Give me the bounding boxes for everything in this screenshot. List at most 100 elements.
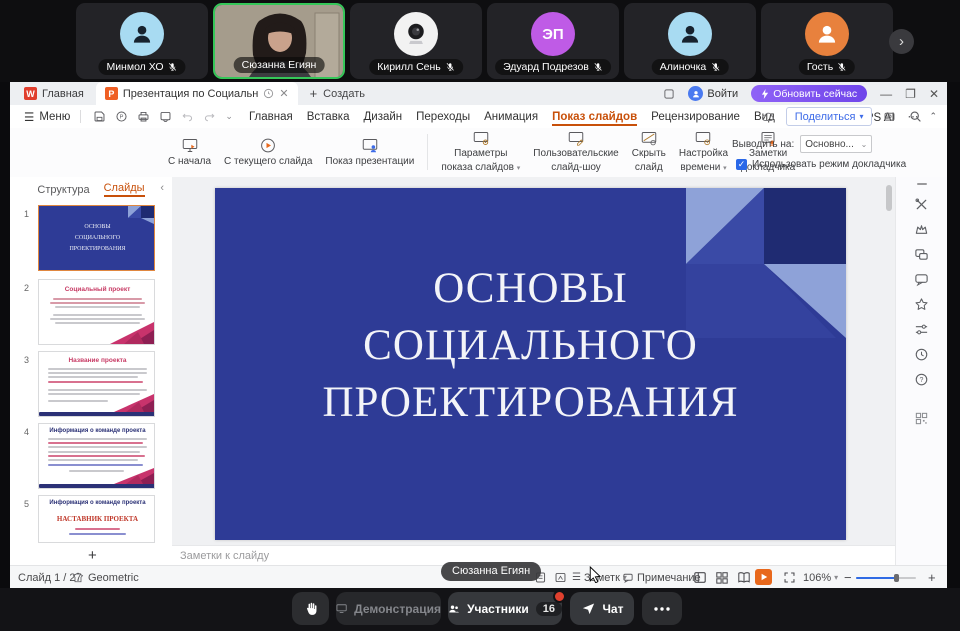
update-now-button[interactable]: Обновить сейчас: [751, 85, 867, 102]
history-icon[interactable]: [914, 347, 929, 362]
participant-tile-active-speaker[interactable]: Сюзанна Егиян: [213, 3, 345, 79]
slide-thumbnail-2[interactable]: Социальный проект: [38, 279, 155, 345]
beautify-icon[interactable]: [914, 222, 929, 237]
participant-tile[interactable]: Минмол ХО: [76, 3, 208, 79]
play-circle-icon: [259, 137, 277, 154]
wps-home-tab[interactable]: W Главная: [10, 82, 96, 105]
slide-thumbnail-3[interactable]: Название проекта: [38, 351, 155, 417]
menu-tab-design[interactable]: Дизайн: [363, 108, 402, 126]
hide-slide-button[interactable]: Скрыть слайд: [632, 131, 666, 172]
participant-name: Гость: [807, 61, 833, 73]
export-pdf-icon[interactable]: P: [115, 110, 128, 123]
star-icon[interactable]: [914, 297, 929, 312]
slide-sorter-view-button[interactable]: [715, 566, 729, 589]
participant-tile[interactable]: Кирилл Сень: [350, 3, 482, 79]
ellipsis-icon: [654, 607, 670, 611]
fullscreen-button[interactable]: [783, 566, 796, 589]
minimize-button[interactable]: —: [880, 87, 892, 101]
participants-button[interactable]: Участники 16: [448, 592, 562, 625]
thumb-title: Информация о команде проекта: [39, 428, 155, 434]
from-start-button[interactable]: С начала: [168, 137, 211, 167]
raise-hand-button[interactable]: [292, 592, 329, 625]
menu-label: Меню: [39, 111, 70, 123]
comment-icon[interactable]: [914, 272, 929, 287]
toolbar-more-chevron-icon[interactable]: ⌄: [225, 111, 233, 122]
next-participants-button[interactable]: ›: [889, 29, 914, 54]
from-current-slide-button[interactable]: С текущего слайда: [224, 137, 312, 167]
document-tab[interactable]: P Презентация по Социальн ✕: [96, 82, 298, 105]
chat-button[interactable]: Чат: [570, 592, 634, 625]
chevron-right-icon: ›: [899, 33, 904, 50]
menu-tab-animation[interactable]: Анимация: [484, 108, 538, 126]
output-display-select[interactable]: Основно... ⌄: [800, 135, 872, 153]
tab-slides[interactable]: Слайды: [104, 182, 145, 197]
people-icon: [448, 602, 460, 616]
menu-tab-home[interactable]: Главная: [249, 108, 293, 126]
slide-canvas[interactable]: ОСНОВЫ СОЦИАЛЬНОГО ПРОЕКТИРОВАНИЯ: [172, 177, 895, 545]
slide-thumbnail-5[interactable]: Информация о команде проекта НАСТАВНИК П…: [38, 495, 155, 543]
slideshow-play-button[interactable]: [755, 569, 772, 585]
slide-thumbnail-1-selected[interactable]: ОСНОВЫ СОЦИАЛЬНОГО ПРОЕКТИРОВАНИЯ: [38, 205, 155, 271]
screenshot-icon[interactable]: [883, 110, 896, 123]
workspace-icon[interactable]: [663, 88, 675, 100]
custom-slideshow-button[interactable]: Пользовательские слайд-шоу: [533, 131, 618, 172]
output-preview-icon[interactable]: [159, 110, 172, 123]
zoom-out-button[interactable]: −: [844, 566, 852, 589]
add-slide-button[interactable]: +: [88, 547, 97, 564]
more-options-icon[interactable]: ⋯: [907, 110, 918, 123]
undo-icon[interactable]: [181, 110, 194, 123]
restore-button[interactable]: ❐: [905, 87, 916, 101]
participant-tile[interactable]: ЭП Эдуард Подрезов: [487, 3, 619, 79]
participant-tile[interactable]: Алиночка: [624, 3, 756, 79]
print-icon[interactable]: [137, 110, 150, 123]
scroll-up-icon[interactable]: [917, 183, 927, 185]
participant-tile[interactable]: Гость: [761, 3, 893, 79]
zoom-slider[interactable]: [856, 577, 916, 579]
save-icon[interactable]: [93, 110, 106, 123]
zoom-slider-handle[interactable]: [894, 574, 899, 582]
help-icon[interactable]: ?: [914, 372, 929, 387]
menu-tab-insert[interactable]: Вставка: [307, 108, 350, 126]
menu-tab-review[interactable]: Рецензирование: [651, 108, 740, 126]
share-screen-button[interactable]: Демонстрация: [336, 592, 441, 625]
collapse-ribbon-icon[interactable]: ⌃: [929, 111, 937, 122]
tab-structure[interactable]: Структура: [37, 184, 89, 196]
main-menu-button[interactable]: ☰ Меню: [24, 110, 70, 124]
collapse-panel-icon[interactable]: ‹: [160, 182, 164, 194]
participant-name-pill: Сюзанна Егиян: [234, 57, 325, 73]
thumb-corner-triangles: [110, 322, 154, 344]
status-tool-icon-2[interactable]: [554, 566, 567, 589]
checkbox-checked-icon[interactable]: ✓: [736, 159, 747, 170]
login-button[interactable]: Войти: [688, 86, 738, 101]
redo-icon[interactable]: [203, 110, 216, 123]
canvas-scrollbar[interactable]: [886, 185, 892, 211]
rehearse-timings-button[interactable]: Настройка времени ▾: [679, 131, 728, 172]
menu-tab-slideshow-active[interactable]: Показ слайдов: [552, 108, 637, 126]
zoom-level-button[interactable]: 106% ▾: [803, 566, 838, 589]
settings-sliders-icon[interactable]: [914, 322, 929, 337]
monitor-presenter-icon: [361, 137, 379, 154]
slide-thumbnail-4[interactable]: Информация о команде проекта: [38, 423, 155, 489]
slideshow-options-button[interactable]: Параметры показа слайдов ▾: [441, 131, 520, 172]
cloud-icon[interactable]: [761, 111, 775, 123]
shapes-icon[interactable]: [914, 247, 929, 262]
qr-code-icon[interactable]: [914, 411, 929, 426]
monitor-gear-icon: [472, 131, 490, 146]
more-controls-button[interactable]: [642, 592, 682, 625]
menu-tab-transitions[interactable]: Переходы: [416, 108, 470, 126]
reading-view-button[interactable]: [737, 566, 751, 589]
close-window-button[interactable]: ✕: [929, 87, 939, 101]
zoom-in-button[interactable]: +: [928, 566, 936, 589]
participant-name: Алиночка: [660, 61, 707, 73]
present-button[interactable]: Показ презентации: [325, 137, 414, 167]
participant-name: Кирилл Сень: [377, 61, 441, 73]
new-document-button[interactable]: + Создать: [310, 86, 365, 101]
current-slide[interactable]: ОСНОВЫ СОЦИАЛЬНОГО ПРОЕКТИРОВАНИЯ: [215, 188, 846, 540]
comment-button[interactable]: Примечание: [622, 566, 701, 589]
tools-icon[interactable]: [914, 197, 929, 212]
normal-view-button[interactable]: [693, 566, 707, 589]
tabbar-right-controls: Войти Обновить сейчас — ❐ ✕: [663, 82, 939, 105]
theme-button[interactable]: Geometric: [72, 566, 139, 589]
close-tab-icon[interactable]: ✕: [279, 87, 288, 100]
share-button[interactable]: Поделиться ▾: [786, 107, 873, 126]
